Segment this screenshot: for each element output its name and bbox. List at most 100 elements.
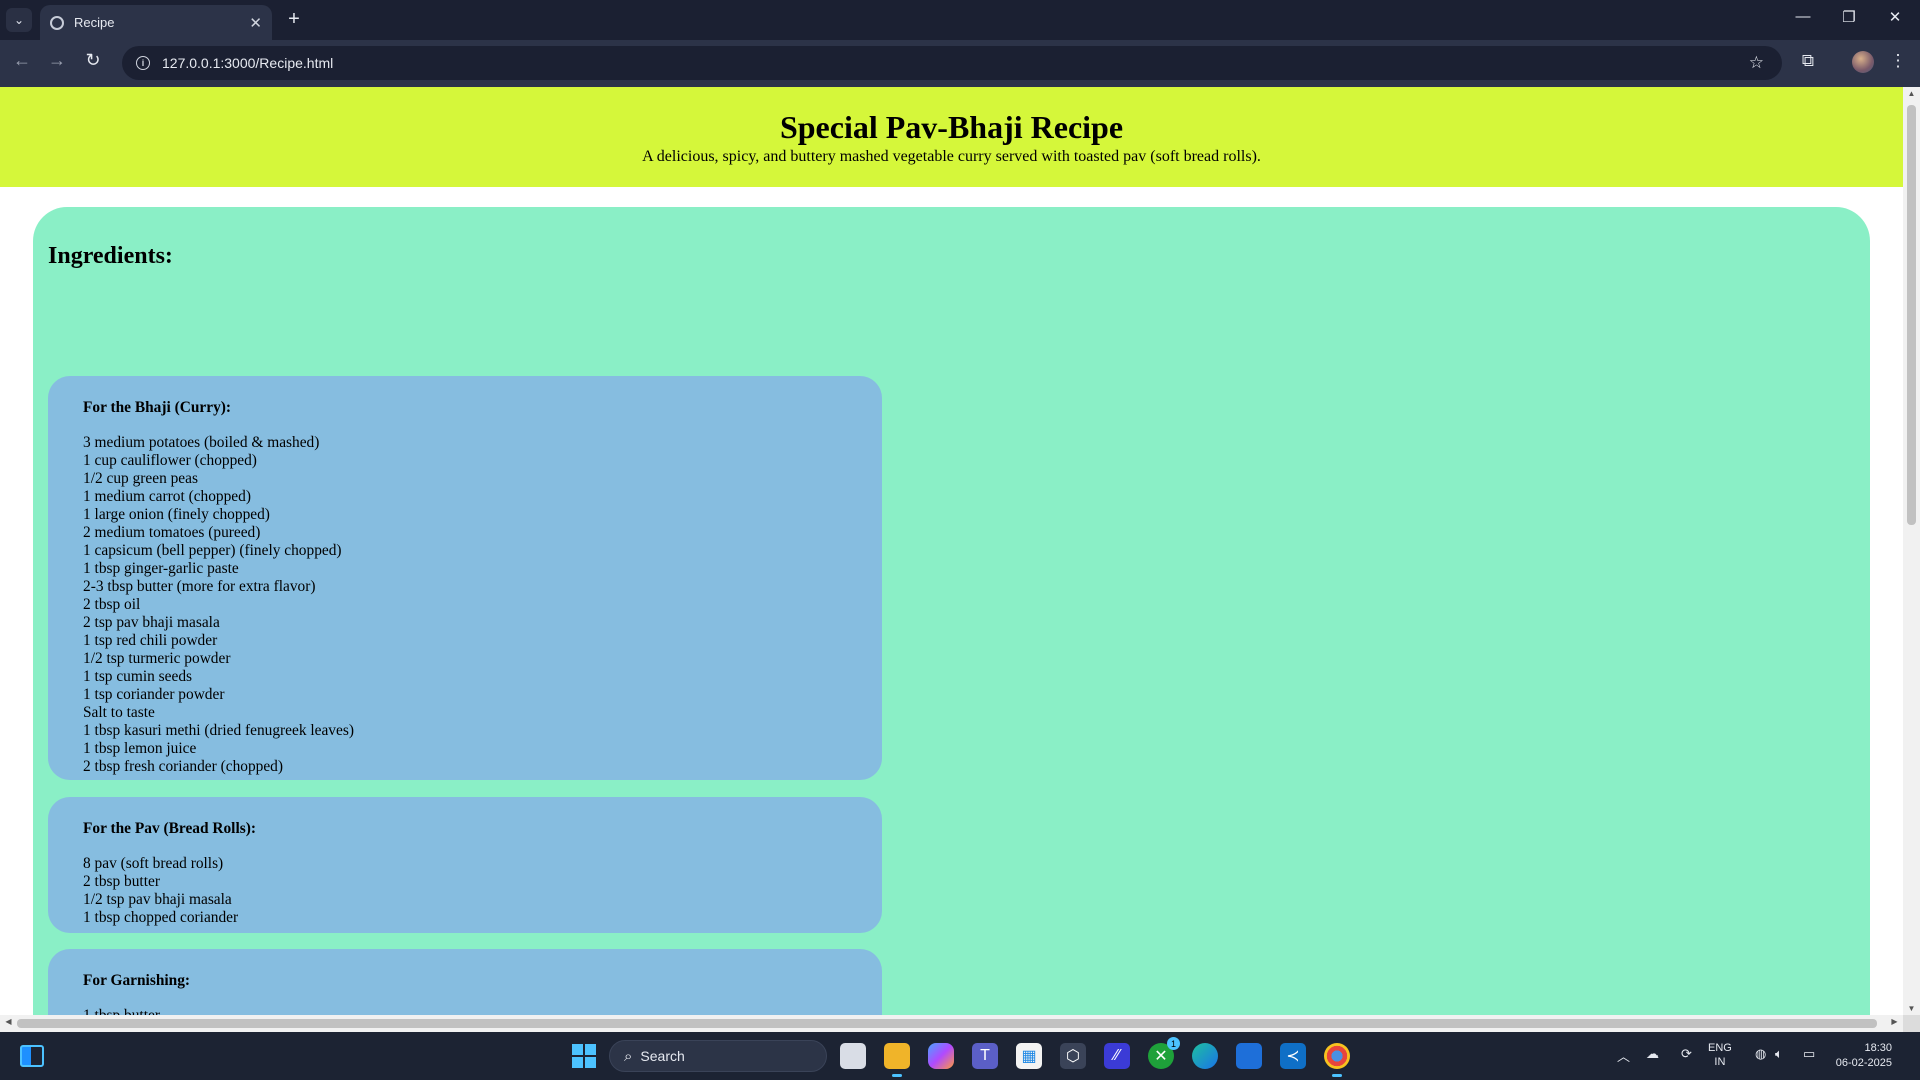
scroll-up-icon[interactable]: ▲ (1903, 89, 1920, 98)
tab-search-chevron-icon[interactable]: ⌄ (6, 8, 32, 32)
address-bar[interactable]: i 127.0.0.1:3000/Recipe.html ☆ (122, 46, 1782, 80)
battery-icon[interactable]: ▭ (1803, 1046, 1815, 1062)
app-shield-icon[interactable] (1236, 1043, 1262, 1069)
browser-toolbar: ← → ↻ i 127.0.0.1:3000/Recipe.html ☆ ⧉ ⋮ (0, 40, 1920, 87)
scroll-left-icon[interactable]: ◀ (0, 1017, 17, 1026)
lang-code: ENG (1708, 1042, 1732, 1054)
edge-icon[interactable] (1192, 1043, 1218, 1069)
vertical-scrollbar[interactable]: ▲ ▼ (1903, 87, 1920, 1015)
store-icon[interactable]: ▦ (1016, 1043, 1042, 1069)
page-header: Special Pav-Bhaji Recipe A delicious, sp… (0, 87, 1903, 187)
ingredient-item: 1 tbsp ginger-garlic paste (83, 560, 239, 577)
ingredient-item: 1 cup cauliflower (chopped) (83, 452, 257, 469)
section-title: For Garnishing: (83, 972, 191, 989)
search-label: Search (640, 1048, 685, 1064)
tab-title: Recipe (74, 15, 115, 30)
ingredient-item: 1 tsp cumin seeds (83, 668, 193, 685)
app-hexagon-icon[interactable]: ⬡ (1060, 1043, 1086, 1069)
page-subtitle: A delicious, spicy, and buttery mashed v… (642, 148, 1261, 165)
ingredient-item: 1 tbsp lemon juice (83, 740, 197, 757)
chrome-icon[interactable] (1324, 1043, 1350, 1077)
minimize-icon[interactable]: — (1780, 8, 1826, 25)
garnishing-section: For Garnishing: 1 tbsp butter1 small oni… (48, 949, 882, 1015)
horizontal-scrollbar[interactable]: ◀ ▶ (0, 1015, 1903, 1032)
new-tab-plus-icon[interactable]: + (282, 8, 306, 31)
tray-chevron-up-icon[interactable]: ︿ (1617, 1046, 1630, 1065)
reload-icon[interactable]: ↻ (79, 50, 107, 71)
extensions-puzzle-icon[interactable]: ⧉ (1795, 51, 1821, 71)
ingredient-item: 1/2 tsp pav bhaji masala (83, 891, 232, 908)
section-title: For the Pav (Bread Rolls): (83, 820, 256, 837)
app-slash-icon[interactable]: ⁄⁄ (1104, 1043, 1130, 1069)
ingredient-item: 8 pav (soft bread rolls) (83, 855, 224, 872)
ingredient-item: 1 medium carrot (chopped) (83, 488, 251, 505)
scroll-down-icon[interactable]: ▼ (1903, 1004, 1920, 1013)
ingredient-item: 1 capsicum (bell pepper) (finely chopped… (83, 542, 342, 559)
network-globe-icon[interactable]: ◍ (1755, 1046, 1766, 1062)
language-indicator[interactable]: ENG IN (1708, 1041, 1732, 1069)
restore-icon[interactable]: ❐ (1826, 8, 1872, 26)
horizontal-scroll-thumb[interactable] (17, 1019, 1877, 1028)
ingredient-item: 1 tsp red chili powder (83, 632, 218, 649)
ingredient-item: 1 tbsp butter (83, 1007, 847, 1015)
bookmark-star-icon[interactable]: ☆ (1749, 53, 1764, 73)
ingredient-item: 2 tbsp butter (83, 873, 160, 890)
forward-arrow-icon[interactable]: → (43, 50, 71, 71)
widgets-icon[interactable] (20, 1045, 44, 1067)
taskbar-search[interactable]: ⌕ Search (609, 1040, 827, 1072)
bhaji-section: For the Bhaji (Curry): 3 medium potatoes… (48, 376, 882, 780)
ingredient-item: 1 tbsp kasuri methi (dried fenugreek lea… (83, 722, 354, 739)
tab-close-icon[interactable]: ✕ (249, 14, 262, 32)
tab-recipe[interactable]: Recipe ✕ (40, 5, 272, 40)
ingredient-item: 1/2 cup green peas (83, 470, 198, 487)
avatar[interactable] (1852, 51, 1874, 73)
pav-section: For the Pav (Bread Rolls): 8 pav (soft b… (48, 797, 882, 933)
page-viewport: Special Pav-Bhaji Recipe A delicious, sp… (0, 87, 1903, 1015)
back-arrow-icon[interactable]: ← (8, 50, 36, 71)
ingredient-item: 2-3 tbsp butter (more for extra flavor) (83, 578, 316, 595)
ingredients-card: Ingredients: For the Bhaji (Curry): 3 me… (33, 207, 1870, 1015)
ingredients-heading: Ingredients: (48, 243, 173, 269)
onedrive-icon[interactable]: ☁ (1646, 1046, 1659, 1062)
ingredient-list: 3 medium potatoes (boiled & mashed) 1 cup… (83, 434, 847, 776)
ingredient-item: 2 tbsp oil (83, 596, 141, 613)
file-explorer-icon[interactable] (884, 1043, 910, 1077)
site-info-icon[interactable]: i (136, 56, 150, 70)
window-close-icon[interactable]: ✕ (1872, 8, 1918, 26)
ingredient-item: 2 tsp pav bhaji masala (83, 614, 220, 631)
vscode-icon[interactable]: ≺ (1280, 1043, 1306, 1069)
tab-strip: ⌄ Recipe ✕ + — ❐ ✕ (0, 0, 1920, 40)
task-view-icon[interactable] (840, 1043, 866, 1069)
section-title: For the Bhaji (Curry): (83, 399, 232, 416)
sync-icon[interactable]: ⟳ (1681, 1046, 1692, 1062)
windows-start-icon[interactable] (572, 1044, 596, 1068)
lang-region: IN (1714, 1056, 1726, 1068)
taskbar: ⌕ Search T ▦ ⬡ ⁄⁄ ✕ 1 ≺ ︿ ☁ ⟳ ENG IN ◍ 🔈︎… (0, 1032, 1920, 1080)
vertical-scroll-thumb[interactable] (1907, 105, 1916, 525)
ingredient-item: Salt to taste (83, 704, 155, 721)
globe-icon (50, 15, 64, 30)
scroll-corner (1903, 1015, 1920, 1032)
teams-icon[interactable]: T (972, 1043, 998, 1069)
ingredient-item: 1/2 tsp turmeric powder (83, 650, 231, 667)
page-title: Special Pav-Bhaji Recipe (779, 109, 1124, 145)
xbox-badge: 1 (1167, 1037, 1180, 1050)
ingredient-list: 8 pav (soft bread rolls) 2 tbsp butter 1/2… (83, 855, 847, 927)
time: 18:30 (1864, 1042, 1892, 1054)
ingredient-list: 1 tbsp butter1 small onion (chopped)Lemo… (83, 1007, 847, 1015)
scroll-right-icon[interactable]: ▶ (1886, 1017, 1903, 1026)
volume-icon[interactable]: 🔈︎ (1775, 1046, 1783, 1062)
menu-dots-icon[interactable]: ⋮ (1885, 51, 1911, 71)
search-icon: ⌕ (624, 1047, 633, 1065)
clock[interactable]: 18:30 06-02-2025 (1832, 1041, 1892, 1071)
url-text: 127.0.0.1:3000/Recipe.html (162, 55, 334, 71)
date: 06-02-2025 (1835, 1057, 1892, 1069)
copilot-icon[interactable] (928, 1043, 954, 1069)
ingredient-item: 3 medium potatoes (boiled & mashed) (83, 434, 320, 451)
ingredient-item: 1 tsp coriander powder (83, 686, 225, 703)
ingredient-item: 2 medium tomatoes (pureed) (83, 524, 261, 541)
ingredient-item: 2 tbsp fresh coriander (chopped) (83, 758, 284, 775)
xbox-icon[interactable]: ✕ 1 (1148, 1037, 1180, 1069)
ingredient-item: 1 tbsp chopped coriander (83, 909, 239, 926)
browser-chrome: ⌄ Recipe ✕ + — ❐ ✕ ← → ↻ i 127.0.0.1:300… (0, 0, 1920, 87)
